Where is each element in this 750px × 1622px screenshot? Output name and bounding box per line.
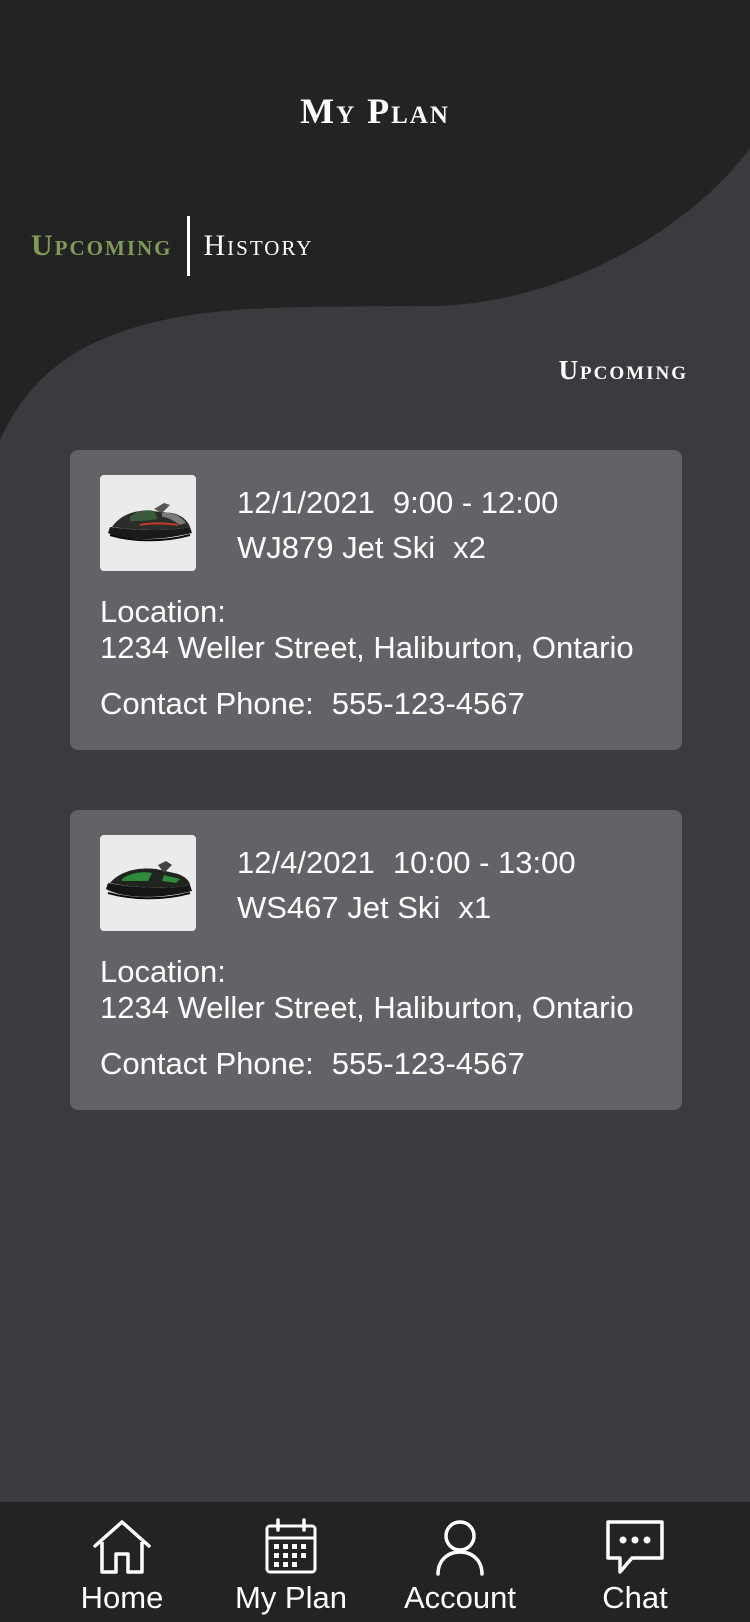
location-address: 1234 Weller Street, Haliburton, Ontario xyxy=(100,630,634,665)
home-icon xyxy=(93,1520,151,1574)
booking-card[interactable]: 12/4/2021 10:00 - 13:00 WS467 Jet Ski x1 L… xyxy=(70,810,682,1110)
nav-home[interactable]: Home xyxy=(47,1516,197,1622)
user-icon xyxy=(436,1520,484,1576)
nav-account[interactable]: Account xyxy=(385,1516,535,1622)
bottom-tab-bar: Home My Plan Account Chat xyxy=(0,1502,750,1622)
booking-date: 12/4/2021 xyxy=(237,845,375,880)
calendar-icon xyxy=(265,1518,317,1574)
booking-datetime: 12/1/2021 9:00 - 12:00 xyxy=(237,487,558,518)
booking-quantity: x1 xyxy=(458,890,492,925)
jet-ski-image xyxy=(100,835,196,931)
tab-upcoming[interactable]: Upcoming xyxy=(31,229,187,263)
phone-label: Contact Phone: xyxy=(100,686,314,721)
nav-account-label: Account xyxy=(403,1580,516,1615)
booking-date: 12/1/2021 xyxy=(237,485,375,520)
nav-my-plan[interactable]: My Plan xyxy=(216,1516,366,1622)
contact-phone: Contact Phone: 555-123-4567 xyxy=(100,1048,525,1079)
phone-label: Contact Phone: xyxy=(100,1046,314,1081)
nav-my-plan-label: My Plan xyxy=(235,1580,347,1615)
page-title: My Plan xyxy=(300,91,450,131)
booking-model: WJ879 Jet Ski x2 xyxy=(237,532,486,563)
segment-tabs: Upcoming History xyxy=(31,215,313,277)
location-label: Location: xyxy=(100,594,226,629)
booking-quantity: x2 xyxy=(453,530,486,565)
nav-chat[interactable]: Chat xyxy=(560,1516,710,1622)
jet-ski-image xyxy=(100,475,196,571)
phone-number[interactable]: 555-123-4567 xyxy=(332,686,525,721)
phone-number[interactable]: 555-123-4567 xyxy=(332,1046,525,1081)
chat-icon xyxy=(606,1520,664,1574)
nav-home-label: Home xyxy=(80,1580,164,1615)
booking-model-name: WS467 Jet Ski xyxy=(237,890,441,925)
booking-card[interactable]: 12/1/2021 9:00 - 12:00 WJ879 Jet Ski x2 Lo… xyxy=(70,450,682,750)
nav-chat-label: Chat xyxy=(602,1580,668,1615)
section-heading: Upcoming xyxy=(558,355,688,385)
location-address: 1234 Weller Street, Haliburton, Ontario xyxy=(100,990,634,1025)
booking-time: 9:00 - 12:00 xyxy=(392,485,559,520)
booking-time: 10:00 - 13:00 xyxy=(392,845,576,880)
booking-model: WS467 Jet Ski x1 xyxy=(237,892,491,923)
tab-history[interactable]: History xyxy=(190,229,314,263)
location-label: Location: xyxy=(100,954,226,989)
contact-phone: Contact Phone: 555-123-4567 xyxy=(100,688,525,719)
booking-model-name: WJ879 Jet Ski xyxy=(237,530,436,565)
booking-datetime: 12/4/2021 10:00 - 13:00 xyxy=(237,847,576,878)
